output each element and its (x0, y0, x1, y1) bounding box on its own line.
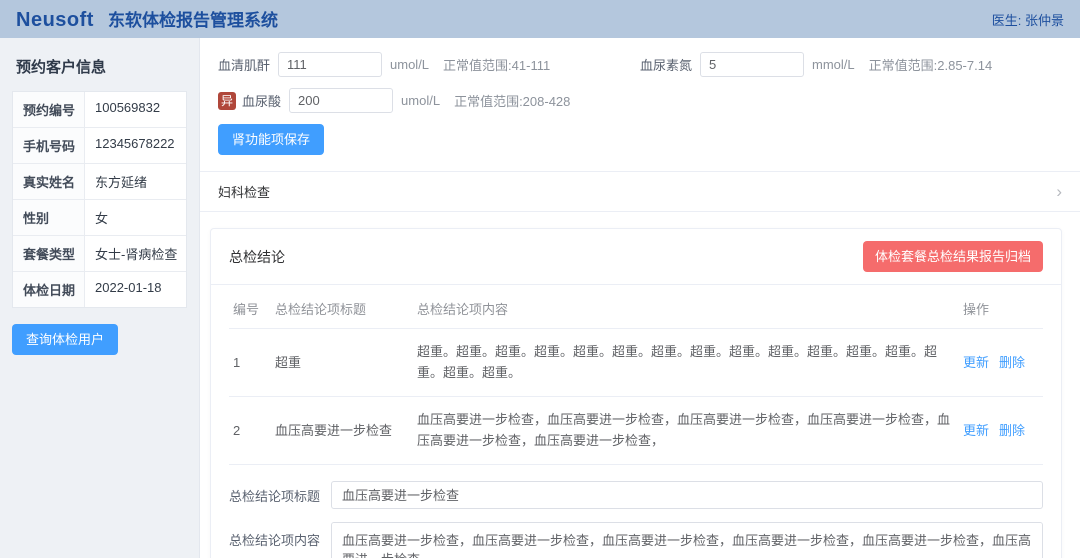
header-content: 总检结论项内容 (413, 287, 959, 329)
info-row-gender: 性别 女 (13, 200, 186, 236)
sidebar-title: 预约客户信息 (16, 56, 187, 77)
info-label: 预约编号 (13, 92, 85, 127)
info-value: 12345678222 (85, 128, 186, 163)
unit-label: mmol/L (812, 57, 855, 72)
abnormal-badge: 异 (218, 92, 236, 110)
header-title: 总检结论项标题 (271, 287, 413, 329)
page-layout: 预约客户信息 预约编号 100569832 手机号码 12345678222 真… (0, 38, 1080, 558)
cell-operations: 更新删除 (959, 396, 1043, 464)
blood-uric-acid-item: 异 血尿酸 umol/L 正常值范围:208-428 (218, 88, 570, 113)
info-label: 性别 (13, 200, 85, 235)
info-row-phone: 手机号码 12345678222 (13, 128, 186, 164)
blood-urea-nitrogen-item: 血尿素氮 mmol/L 正常值范围:2.85-7.14 (640, 52, 992, 77)
kidney-exam-form: 血清肌酐 umol/L 正常值范围:41-111 血尿素氮 mmol/L 正常值… (200, 38, 1080, 155)
conclusion-form: 总检结论项标题 总检结论项内容 血压高要进一步检查，血压高要进一步检查，血压高要… (211, 465, 1061, 558)
conclusion-title-input[interactable] (331, 481, 1043, 509)
conclusion-table: 编号 总检结论项标题 总检结论项内容 操作 1 超重 超重。超重。超重。超重。超… (229, 287, 1043, 465)
app-title: 东软体检报告管理系统 (108, 6, 278, 31)
customer-info-table: 预约编号 100569832 手机号码 12345678222 真实姓名 东方延… (12, 91, 187, 308)
conclusion-content-textarea[interactable]: 血压高要进一步检查，血压高要进一步检查，血压高要进一步检查，血压高要进一步检查，… (331, 522, 1043, 558)
conclusion-content-row: 总检结论项内容 血压高要进一步检查，血压高要进一步检查，血压高要进一步检查，血压… (229, 522, 1043, 558)
serum-creatinine-input[interactable] (278, 52, 382, 77)
general-conclusion-panel: 总检结论 体检套餐总检结果报告归档 编号 总检结论项标题 总检结论项内容 操作 … (210, 228, 1062, 558)
info-row-real-name: 真实姓名 东方延绪 (13, 164, 186, 200)
chevron-right-icon: › (1056, 183, 1062, 200)
archive-report-button[interactable]: 体检套餐总检结果报告归档 (863, 241, 1043, 272)
update-link[interactable]: 更新 (963, 355, 989, 370)
cell-content: 超重。超重。超重。超重。超重。超重。超重。超重。超重。超重。超重。超重。超重。超… (413, 329, 959, 397)
sidebar: 预约客户信息 预约编号 100569832 手机号码 12345678222 真… (0, 38, 200, 558)
info-value: 2022-01-18 (85, 272, 186, 307)
info-row-package-type: 套餐类型 女士-肾病检查 (13, 236, 186, 272)
blood-uric-acid-input[interactable] (289, 88, 393, 113)
serum-creatinine-item: 血清肌酐 umol/L 正常值范围:41-111 (218, 52, 640, 77)
doctor-label: 医生: 张仲景 (992, 10, 1064, 29)
unit-label: umol/L (401, 93, 440, 108)
conclusion-title-label: 总检结论项标题 (229, 485, 321, 505)
table-row: 1 超重 超重。超重。超重。超重。超重。超重。超重。超重。超重。超重。超重。超重… (229, 329, 1043, 397)
info-row-exam-date: 体检日期 2022-01-18 (13, 272, 186, 307)
info-label: 手机号码 (13, 128, 85, 163)
delete-link[interactable]: 删除 (999, 423, 1025, 438)
field-label: 血尿素氮 (640, 55, 692, 74)
cell-operations: 更新删除 (959, 329, 1043, 397)
normal-range-label: 正常值范围:41-111 (443, 55, 550, 74)
panel-header: 总检结论 体检套餐总检结果报告归档 (211, 229, 1061, 285)
cell-title: 超重 (271, 329, 413, 397)
accordion-label: 妇科检查 (218, 182, 270, 201)
info-value: 100569832 (85, 92, 186, 127)
save-row: 肾功能项保存 (218, 124, 1062, 155)
form-line-1: 血清肌酐 umol/L 正常值范围:41-111 血尿素氮 mmol/L 正常值… (218, 52, 1062, 77)
field-label: 血尿酸 (242, 91, 281, 110)
info-row-booking-no: 预约编号 100569832 (13, 92, 186, 128)
table-row: 2 血压高要进一步检查 血压高要进一步检查，血压高要进一步检查，血压高要进一步检… (229, 396, 1043, 464)
cell-id: 2 (229, 396, 271, 464)
conclusion-content-label: 总检结论项内容 (229, 522, 321, 549)
cell-title: 血压高要进一步检查 (271, 396, 413, 464)
panel-title: 总检结论 (229, 247, 285, 267)
brand-wrap: Neusoft 东软体检报告管理系统 (16, 6, 278, 32)
query-exam-user-button[interactable]: 查询体检用户 (12, 324, 118, 355)
normal-range-label: 正常值范围:208-428 (454, 91, 570, 110)
field-label: 血清肌酐 (218, 55, 270, 74)
normal-range-label: 正常值范围:2.85-7.14 (869, 55, 993, 74)
info-label: 体检日期 (13, 272, 85, 307)
header-id: 编号 (229, 287, 271, 329)
info-label: 真实姓名 (13, 164, 85, 199)
save-kidney-items-button[interactable]: 肾功能项保存 (218, 124, 324, 155)
info-value: 女士-肾病检查 (85, 236, 186, 271)
table-header-row: 编号 总检结论项标题 总检结论项内容 操作 (229, 287, 1043, 329)
info-value: 东方延绪 (85, 164, 186, 199)
update-link[interactable]: 更新 (963, 423, 989, 438)
brand-logo: Neusoft (16, 9, 94, 32)
header-operations: 操作 (959, 287, 1043, 329)
app-header: Neusoft 东软体检报告管理系统 医生: 张仲景 (0, 0, 1080, 38)
info-value: 女 (85, 200, 186, 235)
conclusion-title-row: 总检结论项标题 (229, 481, 1043, 509)
gynecology-exam-accordion[interactable]: 妇科检查 › (200, 171, 1080, 212)
form-line-2: 异 血尿酸 umol/L 正常值范围:208-428 (218, 88, 1062, 113)
main-content: 血清肌酐 umol/L 正常值范围:41-111 血尿素氮 mmol/L 正常值… (200, 38, 1080, 558)
cell-content: 血压高要进一步检查，血压高要进一步检查，血压高要进一步检查，血压高要进一步检查，… (413, 396, 959, 464)
delete-link[interactable]: 删除 (999, 355, 1025, 370)
blood-urea-nitrogen-input[interactable] (700, 52, 804, 77)
unit-label: umol/L (390, 57, 429, 72)
cell-id: 1 (229, 329, 271, 397)
info-label: 套餐类型 (13, 236, 85, 271)
